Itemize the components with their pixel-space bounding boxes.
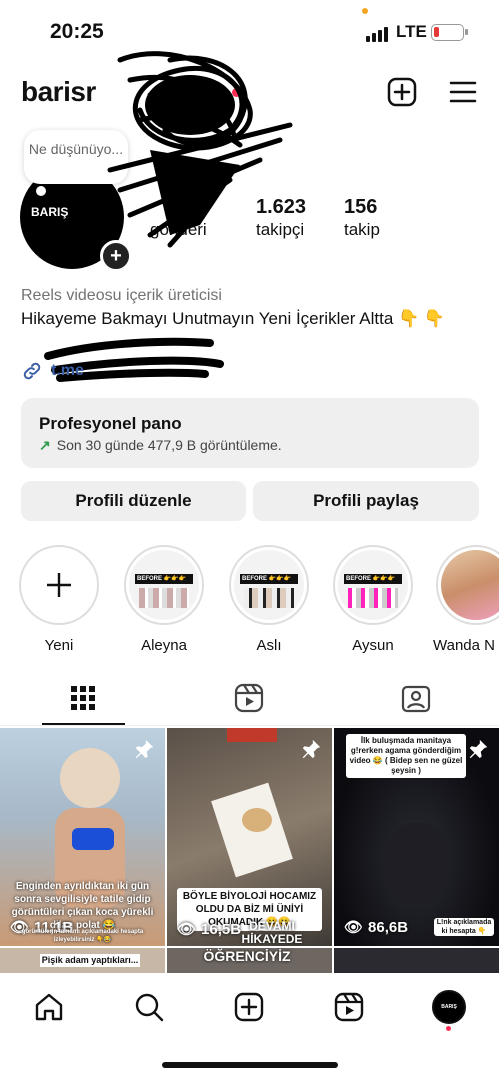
professional-dashboard-subtitle: ↗ Son 30 günde 477,9 B görüntüleme. [39,437,282,454]
tab-grid[interactable] [63,680,103,716]
pin-icon [135,739,154,759]
notification-dot [232,88,241,97]
menu-icon [449,81,477,103]
post-views-count: 86,6B [368,918,409,936]
note-bubble[interactable]: Ne düşünüyo... [24,130,128,184]
note-text: Ne düşünüyo... [28,141,124,157]
profile-link-text[interactable]: t.me [51,362,84,380]
note-bubble-tail [36,186,46,196]
status-bar: 20:25 LTE [0,0,499,60]
post-caption: Pişik adam yaptıkları... [40,954,140,967]
battery-icon [431,24,468,41]
highlight-label: Aleyna [141,637,187,654]
profile-avatar-icon: BARIŞ [432,990,466,1024]
status-time: 20:25 [50,20,104,43]
link-icon [23,362,41,380]
highlight-wanda[interactable]: Wanda N [430,545,499,654]
edit-profile-button[interactable]: Profili düzenle [21,481,246,521]
add-story-button[interactable]: + [100,240,132,272]
grid-post[interactable]: BÖYLE BİYOLOJİ HOCAMIZ OLDU DA BİZ Mİ ÜN… [167,728,332,946]
create-icon [234,992,264,1022]
active-tab-indicator [42,723,125,725]
profile-category: Reels videosu içerik üreticisi [21,287,222,304]
privacy-indicator [362,8,368,14]
avatar-label: BARIŞ [31,205,69,219]
post-footer: L!nk açıklamada ki hesapta 👇 [434,918,494,936]
grid-post[interactable]: Enginden ayrıldıktan iki gün sonra sevgi… [0,728,165,946]
highlight-cover-text: BEFORE 👉👉👉 [240,574,298,584]
highlight-cover: BEFORE 👉👉👉 [129,550,199,620]
highlight-asli[interactable]: BEFORE 👉👉👉 Aslı [227,545,311,654]
new-post-button[interactable] [386,76,418,108]
tab-tagged[interactable] [396,680,436,716]
network-label: LTE [396,22,427,41]
highlight-label: Aysun [352,637,394,654]
highlight-label: Wanda N [433,637,495,654]
highlight-cover: BEFORE 👉👉👉 [338,550,408,620]
post-views: 👁 86,6B [344,918,409,937]
share-profile-button[interactable]: Profili paylaş [253,481,479,521]
search-icon [135,993,164,1022]
professional-dashboard[interactable]: Profesyonel pano ↗ Son 30 günde 477,9 B g… [21,398,479,468]
nav-profile[interactable]: BARIŞ [431,989,467,1025]
new-post-icon [387,77,417,107]
highlight-label: Yeni [44,637,74,654]
professional-dashboard-title: Profesyonel pano [39,414,182,433]
post-caption: ÖĞRENCİYİZ [203,948,291,964]
following-label[interactable]: takip [344,220,380,240]
pin-icon [469,739,488,759]
highlight-aleyna[interactable]: BEFORE 👉👉👉 Aleyna [122,545,206,654]
highlight-cover [441,550,499,620]
eye-icon: 👁 [344,919,364,936]
followers-count: 1.623 [256,196,307,218]
highlight-cover: BEFORE 👉👉👉 [234,550,304,620]
posts-label[interactable]: gönderi [150,220,207,240]
tab-reels[interactable] [229,680,269,716]
reels-icon [234,683,264,713]
menu-button[interactable] [448,78,478,106]
nav-reels[interactable] [331,989,367,1025]
profile-tabs [0,672,499,726]
trend-up-icon: ↗ [39,437,51,453]
grid-post[interactable]: İlk buluşmada manitaya g!rerken agama gö… [334,728,499,946]
profile-bio: Hikayeme Bakmayı Unutmayın Yeni İçerikle… [21,309,446,328]
home-indicator[interactable] [162,1062,338,1068]
post-footer: DEVAMI HİKAYEDE [241,919,303,946]
followers-label[interactable]: takipçi [256,220,304,240]
following-count: 156 [344,196,378,218]
plus-icon: + [110,244,122,267]
signal-icon [366,27,388,42]
highlight-cover-text: BEFORE 👉👉👉 [344,574,402,584]
tagged-icon [401,685,431,713]
nav-search[interactable] [131,989,167,1025]
post-footer: görüntülerin tamamı açıklamadaki hesapta… [21,929,144,943]
highlight-new[interactable]: Yeni [17,545,101,654]
nav-home[interactable] [31,989,67,1025]
home-icon [35,993,63,1021]
nav-create[interactable] [231,989,267,1025]
profile-link[interactable]: t.me [21,360,84,382]
dashboard-views-text: Son 30 günde 477,9 B görüntüleme. [56,437,282,453]
highlight-cover-text: BEFORE 👉👉👉 [135,574,193,584]
pin-icon [302,739,321,759]
plus-icon [47,573,71,597]
profile-username[interactable]: barisr [21,76,96,108]
highlight-aysun[interactable]: BEFORE 👉👉👉 Aysun [331,545,415,654]
eye-icon: 👁 [177,921,197,938]
reels-nav-icon [334,992,364,1022]
profile-notification-dot [446,1026,451,1031]
grid-icon [71,686,95,710]
highlight-label: Aslı [256,637,282,654]
post-caption: İlk buluşmada manitaya g!rerken agama gö… [346,734,466,778]
